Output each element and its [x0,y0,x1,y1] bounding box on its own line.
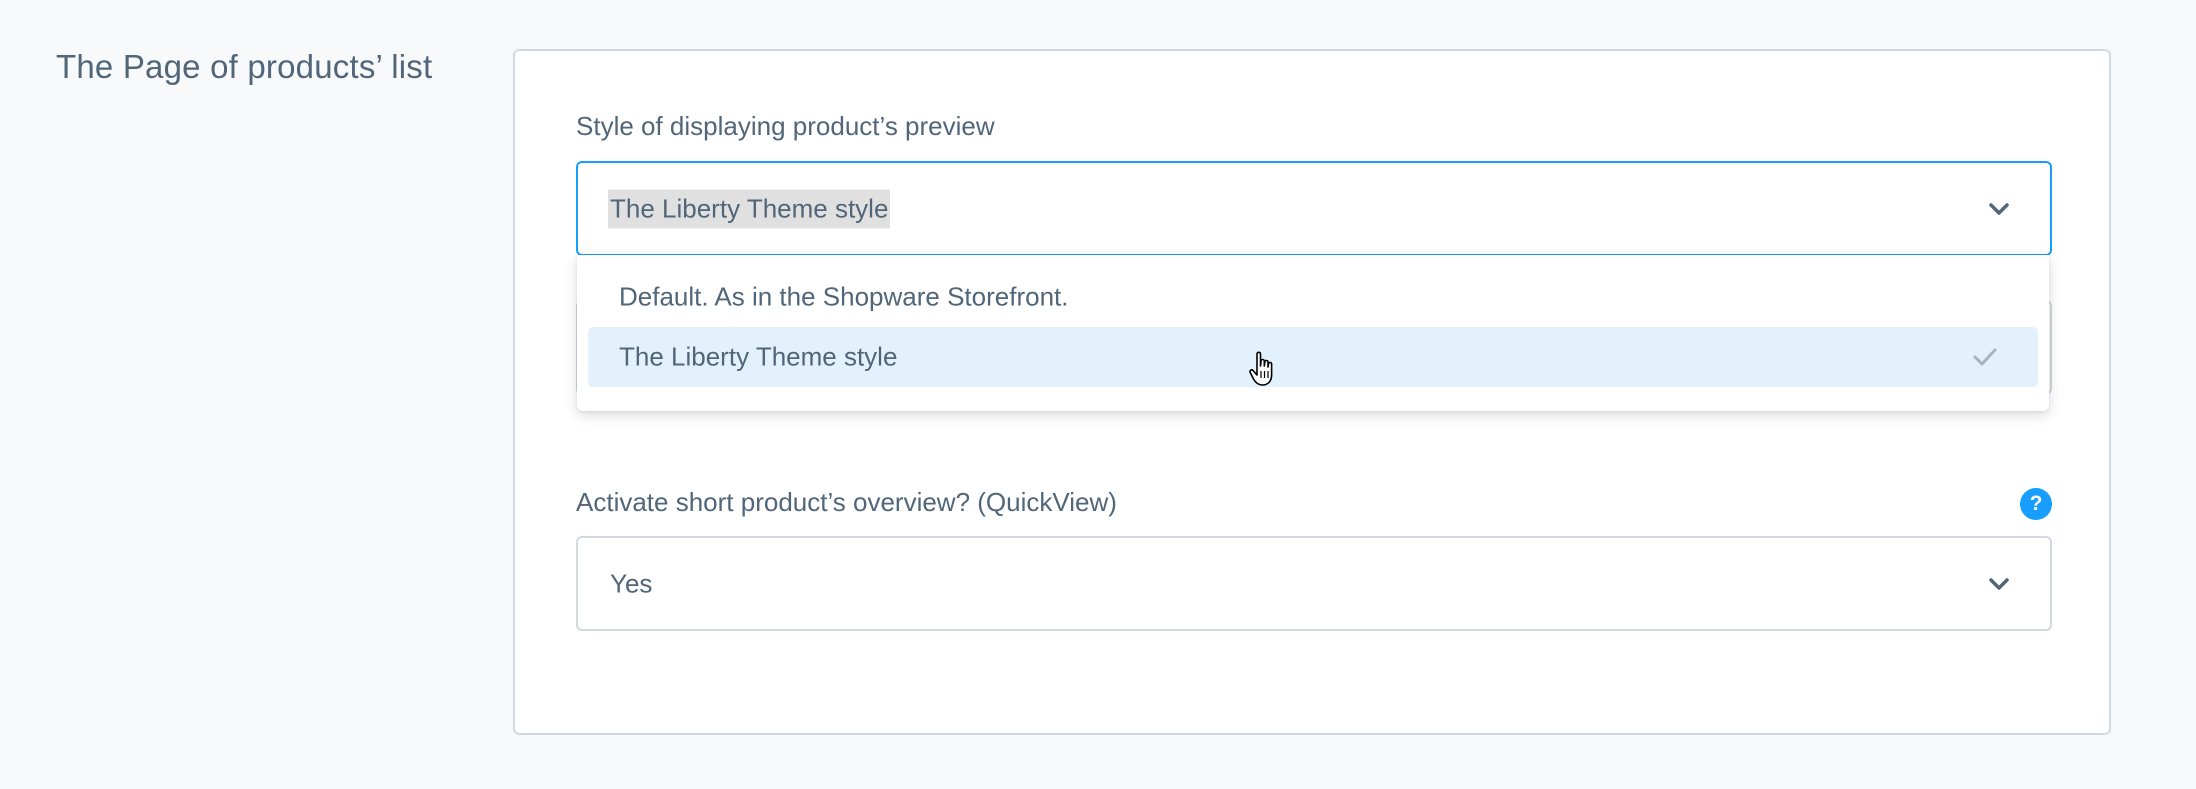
quickview-label: Activate short product’s overview? (Quic… [576,487,1117,517]
help-icon[interactable]: ? [2020,488,2052,520]
hand-pointer-icon [1249,351,1273,386]
preview-style-selected-value: The Liberty Theme style [608,189,891,228]
check-icon [1973,348,1997,366]
quickview-selected-value: Yes [610,568,653,598]
settings-card: Style of displaying product’s preview Th… [513,49,2111,735]
preview-style-dropdown: Default. As in the Shopware Storefront. … [577,255,2049,411]
section-title: The Page of products’ list [56,48,433,85]
option-liberty-theme-label: The Liberty Theme style [619,341,898,372]
option-default[interactable]: Default. As in the Shopware Storefront. [588,267,2038,327]
chevron-down-icon [1989,202,2009,215]
option-liberty-theme[interactable]: The Liberty Theme style [588,327,2038,387]
option-default-label: Default. As in the Shopware Storefront. [619,281,1069,312]
quickview-select[interactable]: Yes [576,536,2052,631]
chevron-down-icon [1989,577,2009,590]
preview-style-select[interactable]: The Liberty Theme style [576,161,2052,256]
preview-style-label: Style of displaying product’s preview [576,111,995,141]
